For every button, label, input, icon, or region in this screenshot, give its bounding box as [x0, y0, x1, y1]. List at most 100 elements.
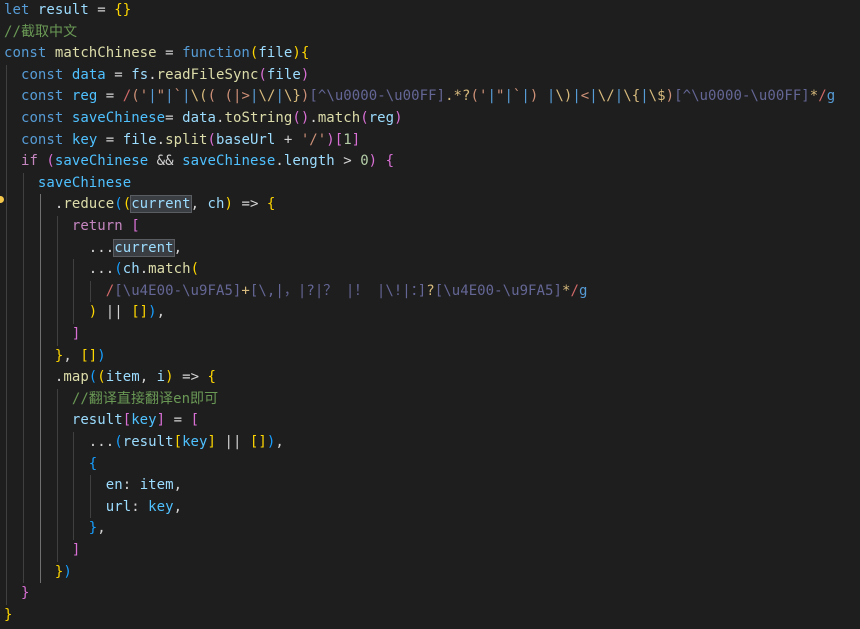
code-line[interactable]: let result = {} — [4, 0, 860, 22]
code-token: length — [283, 153, 335, 170]
code-token: [ — [122, 412, 132, 429]
code-line[interactable]: const key = file.split(baseUrl + '/')[1] — [4, 130, 860, 152]
code-token: || — [97, 304, 132, 321]
code-token: ) — [165, 369, 174, 386]
code-token: 0 — [360, 153, 369, 170]
code-token: ( — [258, 66, 267, 83]
code-token: () — [292, 110, 310, 126]
code-token: {} — [114, 2, 132, 18]
code-line[interactable]: const reg = /('|"|`|\(( (|>|\/|\})[^\u00… — [4, 86, 860, 108]
code-token: => — [232, 196, 267, 213]
code-line[interactable]: //截取中文 — [4, 22, 860, 44]
code-line[interactable]: /[\u4E00-\u9FA5]+[\,|，|?|？ |！ |\!|：]?[\u… — [4, 281, 860, 303]
code-token: || — [216, 434, 250, 450]
code-token: ... — [88, 239, 115, 256]
code-editor[interactable]: let result = {}//截取中文 const matchChinese … — [0, 0, 860, 629]
code-token: ) — [97, 347, 106, 364]
code-token: / — [818, 88, 827, 105]
code-line[interactable]: { — [4, 454, 860, 476]
code-token: | — [504, 88, 513, 105]
code-line[interactable]: }, []) — [4, 346, 860, 368]
code-token: \{ — [623, 88, 641, 105]
code-token: ( — [88, 369, 98, 386]
code-line[interactable]: //翻译直接翻译en即可 — [4, 389, 860, 411]
code-token: | — [614, 88, 624, 105]
code-line[interactable]: url: key, — [4, 497, 860, 519]
code-line[interactable]: ] — [4, 324, 860, 346]
code-token: const — [4, 45, 47, 62]
code-line[interactable]: .map((item, i) => { — [4, 367, 860, 389]
code-line[interactable]: ] — [4, 540, 860, 562]
code-token: ' — [139, 88, 149, 105]
code-token: result — [71, 412, 123, 429]
code-line[interactable]: result[key] = [ — [4, 410, 860, 432]
code-token: [] — [131, 304, 149, 321]
code-token: => — [173, 369, 208, 386]
code-line[interactable]: return [ — [4, 216, 860, 238]
code-token: < — [580, 88, 590, 105]
code-token: } — [88, 520, 98, 537]
code-token: = — [97, 131, 123, 148]
code-token: saveChinese — [71, 110, 166, 126]
code-line[interactable]: const saveChinese= data.toString().match… — [4, 108, 860, 130]
code-token: ) — [224, 196, 233, 213]
code-token: if — [20, 153, 38, 170]
code-line[interactable]: en: item, — [4, 475, 860, 497]
code-token: '/' — [300, 131, 327, 148]
code-token: ( — [207, 131, 217, 148]
code-token: ) — [665, 88, 675, 105]
code-token: [^\u0000-\u00FF] — [309, 88, 446, 105]
code-line[interactable]: ...(ch.match( — [4, 259, 860, 281]
code-token: ] — [71, 542, 81, 558]
code-token: match — [148, 261, 191, 278]
code-token: [ — [334, 131, 344, 148]
code-token: | — [165, 88, 174, 105]
code-token: item — [105, 369, 140, 386]
code-line[interactable]: const matchChinese = function(file){ — [4, 43, 860, 65]
code-line[interactable]: .reduce((current, ch) => { — [4, 194, 860, 216]
code-token: ) — [292, 45, 301, 62]
code-line[interactable]: ...(result[key] || []), — [4, 432, 860, 454]
code-token: , — [139, 369, 157, 386]
code-line[interactable]: } — [4, 605, 860, 627]
code-token: = — [165, 412, 191, 429]
code-token: " — [156, 88, 166, 105]
code-token: | — [182, 88, 191, 105]
code-token: data — [71, 66, 106, 83]
code-line[interactable]: ) || []), — [4, 302, 860, 324]
code-token: current — [113, 238, 175, 257]
code-token: ( — [470, 88, 479, 105]
code-token: matchChinese — [54, 45, 157, 62]
code-line[interactable]: }) — [4, 562, 860, 584]
code-token: , — [173, 477, 183, 494]
code-token: g — [578, 282, 588, 299]
code-line[interactable]: ...current, — [4, 238, 860, 260]
code-line[interactable]: } — [4, 583, 860, 605]
code-token: \/ — [258, 88, 276, 105]
code-token: . — [275, 153, 284, 170]
code-token: , — [156, 304, 166, 321]
code-line[interactable]: }, — [4, 518, 860, 540]
code-line[interactable]: saveChinese — [4, 173, 860, 195]
code-line[interactable]: if (saveChinese && saveChinese.length > … — [4, 151, 860, 173]
code-token: { — [385, 153, 395, 170]
code-token: 1 — [343, 131, 352, 148]
code-line[interactable]: const data = fs.readFileSync(file) — [4, 65, 860, 87]
code-token: = — [88, 2, 115, 18]
code-token: } — [20, 585, 30, 602]
code-token: ) — [88, 304, 98, 321]
code-token: url — [105, 498, 132, 515]
code-token: . — [156, 131, 166, 148]
code-token: ch — [122, 261, 140, 278]
code-token: const — [20, 110, 64, 126]
